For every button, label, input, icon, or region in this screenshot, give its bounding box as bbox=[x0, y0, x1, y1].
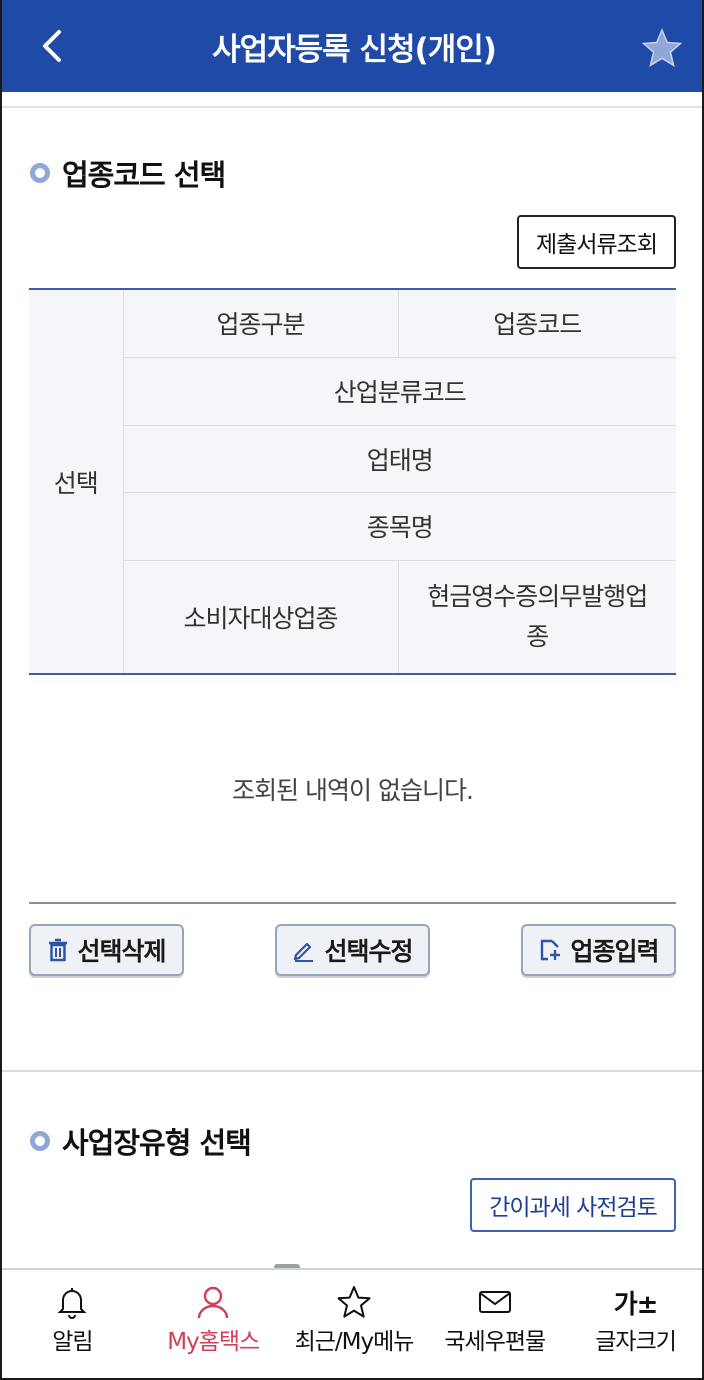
empty-message: 조회된 내역이 없습니다. bbox=[29, 676, 676, 904]
app-frame: 사업자등록 신청(개인) 업종코드 선택 제출서류조회 선택 업종구분 업종코드… bbox=[0, 0, 704, 1380]
add-industry-button[interactable]: 업종입력 bbox=[521, 924, 676, 976]
bullet-icon bbox=[30, 1131, 50, 1151]
star-icon bbox=[641, 28, 683, 67]
industry-table-header: 선택 업종구분 업종코드 산업분류코드 업태명 종목명 소비자대상업종 현금영수… bbox=[29, 288, 676, 675]
docs-lookup-button[interactable]: 제출서류조회 bbox=[517, 215, 676, 269]
star-outline-icon bbox=[337, 1286, 371, 1318]
pencil-icon bbox=[294, 942, 314, 962]
header-divider bbox=[2, 92, 702, 108]
select-column-header: 선택 bbox=[29, 288, 124, 675]
mail-icon bbox=[478, 1291, 511, 1313]
col-industry-type: 업종구분 bbox=[122, 288, 399, 358]
simplified-tax-review-button[interactable]: 간이과세 사전검토 bbox=[470, 1178, 676, 1232]
bullet-icon bbox=[30, 163, 50, 183]
col-industry-class-code: 산업분류코드 bbox=[123, 356, 676, 426]
nav-label: My홈택스 bbox=[167, 1329, 260, 1355]
nav-my-hometax[interactable]: My홈택스 bbox=[143, 1270, 284, 1378]
bell-icon bbox=[57, 1288, 87, 1319]
col-industry-code: 업종코드 bbox=[397, 288, 676, 358]
nav-label: 알림 bbox=[52, 1329, 93, 1355]
edit-selected-button[interactable]: 선택수정 bbox=[275, 924, 430, 976]
section-title-workplace: 사업장유형 선택 bbox=[30, 1120, 252, 1162]
nav-label: 글자크기 bbox=[595, 1329, 677, 1355]
person-icon bbox=[197, 1286, 229, 1319]
trash-icon bbox=[49, 938, 68, 962]
col-cash-receipt-industry: 현금영수증의무발행업종 bbox=[397, 559, 676, 675]
nav-label: 국세우편물 bbox=[444, 1329, 546, 1355]
nav-tax-mail[interactable]: 국세우편물 bbox=[424, 1270, 565, 1378]
text-size-icon: 가± bbox=[613, 1289, 659, 1320]
col-business-type: 업태명 bbox=[123, 424, 676, 493]
chevron-left-icon bbox=[43, 30, 61, 62]
page-title: 사업자등록 신청(개인) bbox=[212, 31, 497, 68]
nav-text-size[interactable]: 가± 글자크기 bbox=[565, 1270, 702, 1378]
nav-label: 최근/My메뉴 bbox=[294, 1329, 415, 1355]
bottom-nav: 알림 My홈택스 최근/My메뉴 국세우편물 가± 글자크기 bbox=[2, 1268, 702, 1378]
header-bar: 사업자등록 신청(개인) bbox=[2, 0, 702, 92]
col-consumer-industry: 소비자대상업종 bbox=[123, 559, 399, 675]
section-divider bbox=[2, 1070, 702, 1072]
favorite-button[interactable] bbox=[640, 26, 684, 70]
section-title-industry: 업종코드 선택 bbox=[30, 152, 226, 194]
nav-alerts[interactable]: 알림 bbox=[2, 1270, 143, 1378]
add-document-icon bbox=[541, 939, 561, 961]
delete-selected-button[interactable]: 선택삭제 bbox=[29, 924, 184, 976]
col-item-name: 종목명 bbox=[123, 491, 676, 561]
nav-recent-my-menu[interactable]: 최근/My메뉴 bbox=[284, 1270, 425, 1378]
back-button[interactable] bbox=[30, 24, 74, 68]
